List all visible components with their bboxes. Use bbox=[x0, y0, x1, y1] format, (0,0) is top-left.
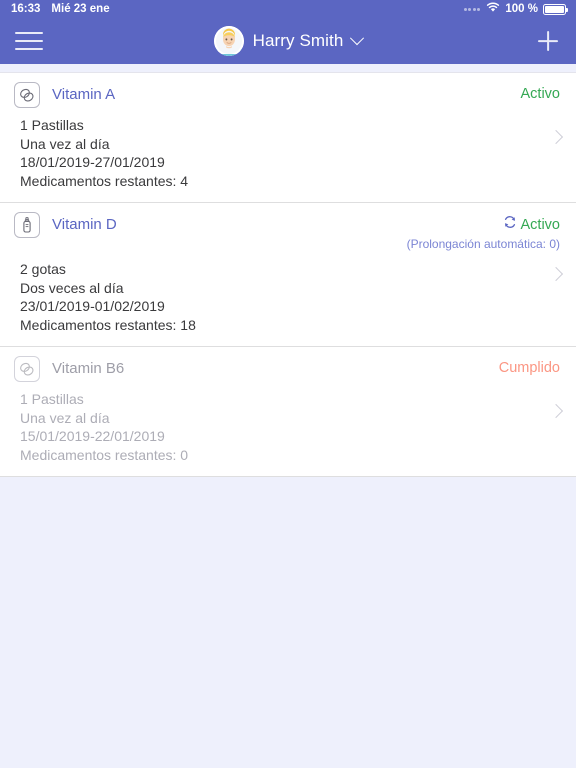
card-header: Vitamin B6 Cumplido bbox=[0, 356, 576, 384]
list-item[interactable]: Vitamin B6 Cumplido 1 Pastillas Una vez … bbox=[0, 347, 576, 478]
medication-frequency: Dos veces al día bbox=[20, 279, 124, 296]
medication-period: 23/01/2019-01/02/2019 bbox=[20, 298, 165, 315]
pills-icon bbox=[14, 82, 40, 108]
status-label: Activo bbox=[520, 86, 561, 102]
auto-renew-icon bbox=[503, 215, 517, 234]
user-name-label: Harry Smith bbox=[252, 31, 344, 50]
wifi-icon bbox=[486, 2, 500, 16]
status-bar-right: 100 % bbox=[463, 2, 569, 16]
list-top-spacer bbox=[0, 64, 576, 72]
medication-dose: 2 gotas bbox=[20, 261, 66, 278]
status-badge: Activo bbox=[407, 215, 560, 234]
status-label: Activo bbox=[520, 216, 561, 233]
status-date: Mié 23 ene bbox=[51, 3, 110, 15]
medication-remaining: Medicamentos restantes: 0 bbox=[20, 446, 189, 463]
medication-remaining: Medicamentos restantes: 4 bbox=[20, 172, 189, 189]
chevron-down-icon[interactable] bbox=[350, 31, 365, 46]
medication-name: Vitamin B6 bbox=[52, 360, 125, 378]
signal-dots-icon bbox=[463, 7, 481, 11]
card-body: 1 Pastillas Una vez al día 15/01/2019-22… bbox=[0, 384, 576, 464]
card-header: Vitamin A Activo bbox=[0, 82, 576, 110]
list-item[interactable]: Vitamin D Activo (Prolongación automátic… bbox=[0, 203, 576, 348]
battery-percent-label: 100 % bbox=[505, 3, 538, 15]
status-badge: Cumplido bbox=[499, 359, 560, 377]
status-label: Cumplido bbox=[498, 360, 560, 377]
battery-icon bbox=[543, 3, 569, 15]
auto-renew-note: (Prolongación automática: 0) bbox=[406, 237, 560, 252]
card-body: 1 Pastillas Una vez al día 18/01/2019-27… bbox=[0, 110, 576, 190]
list-item[interactable]: Vitamin A Activo 1 Pastillas Una vez al … bbox=[0, 72, 576, 203]
avatar bbox=[213, 26, 244, 56]
navigation-bar: Harry Smith bbox=[0, 18, 576, 64]
status-time: 16:33 bbox=[11, 3, 41, 15]
medication-dose: 1 Pastillas bbox=[20, 117, 84, 133]
status-column: Cumplido bbox=[499, 356, 560, 377]
status-bar-left: 16:33 Mié 23 ene bbox=[11, 3, 110, 15]
hamburger-menu-icon[interactable] bbox=[14, 29, 44, 53]
medication-name: Vitamin D bbox=[52, 216, 117, 233]
status-badge: Activo bbox=[521, 85, 561, 103]
card-header: Vitamin D Activo (Prolongación automátic… bbox=[0, 212, 576, 254]
medication-frequency: Una vez al día bbox=[20, 409, 110, 426]
status-column: Activo (Prolongación automática: 0) bbox=[407, 212, 560, 254]
pills-icon bbox=[14, 356, 40, 383]
status-column: Activo bbox=[521, 82, 561, 103]
medication-remaining: Medicamentos restantes: 18 bbox=[20, 316, 196, 333]
medication-name: Vitamin A bbox=[52, 86, 116, 103]
add-medication-button[interactable] bbox=[534, 27, 562, 55]
card-body: 2 gotas Dos veces al día 23/01/2019-01/0… bbox=[0, 254, 576, 334]
dropper-bottle-icon bbox=[14, 212, 40, 238]
status-bar: 16:33 Mié 23 ene 100 % bbox=[0, 0, 576, 18]
medication-frequency: Una vez al día bbox=[20, 135, 110, 152]
user-selector[interactable]: Harry Smith bbox=[0, 26, 576, 56]
medication-period: 15/01/2019-22/01/2019 bbox=[20, 428, 165, 445]
medication-period: 18/01/2019-27/01/2019 bbox=[20, 154, 165, 170]
medication-dose: 1 Pastillas bbox=[20, 391, 84, 408]
medication-list: Vitamin A Activo 1 Pastillas Una vez al … bbox=[0, 64, 576, 478]
